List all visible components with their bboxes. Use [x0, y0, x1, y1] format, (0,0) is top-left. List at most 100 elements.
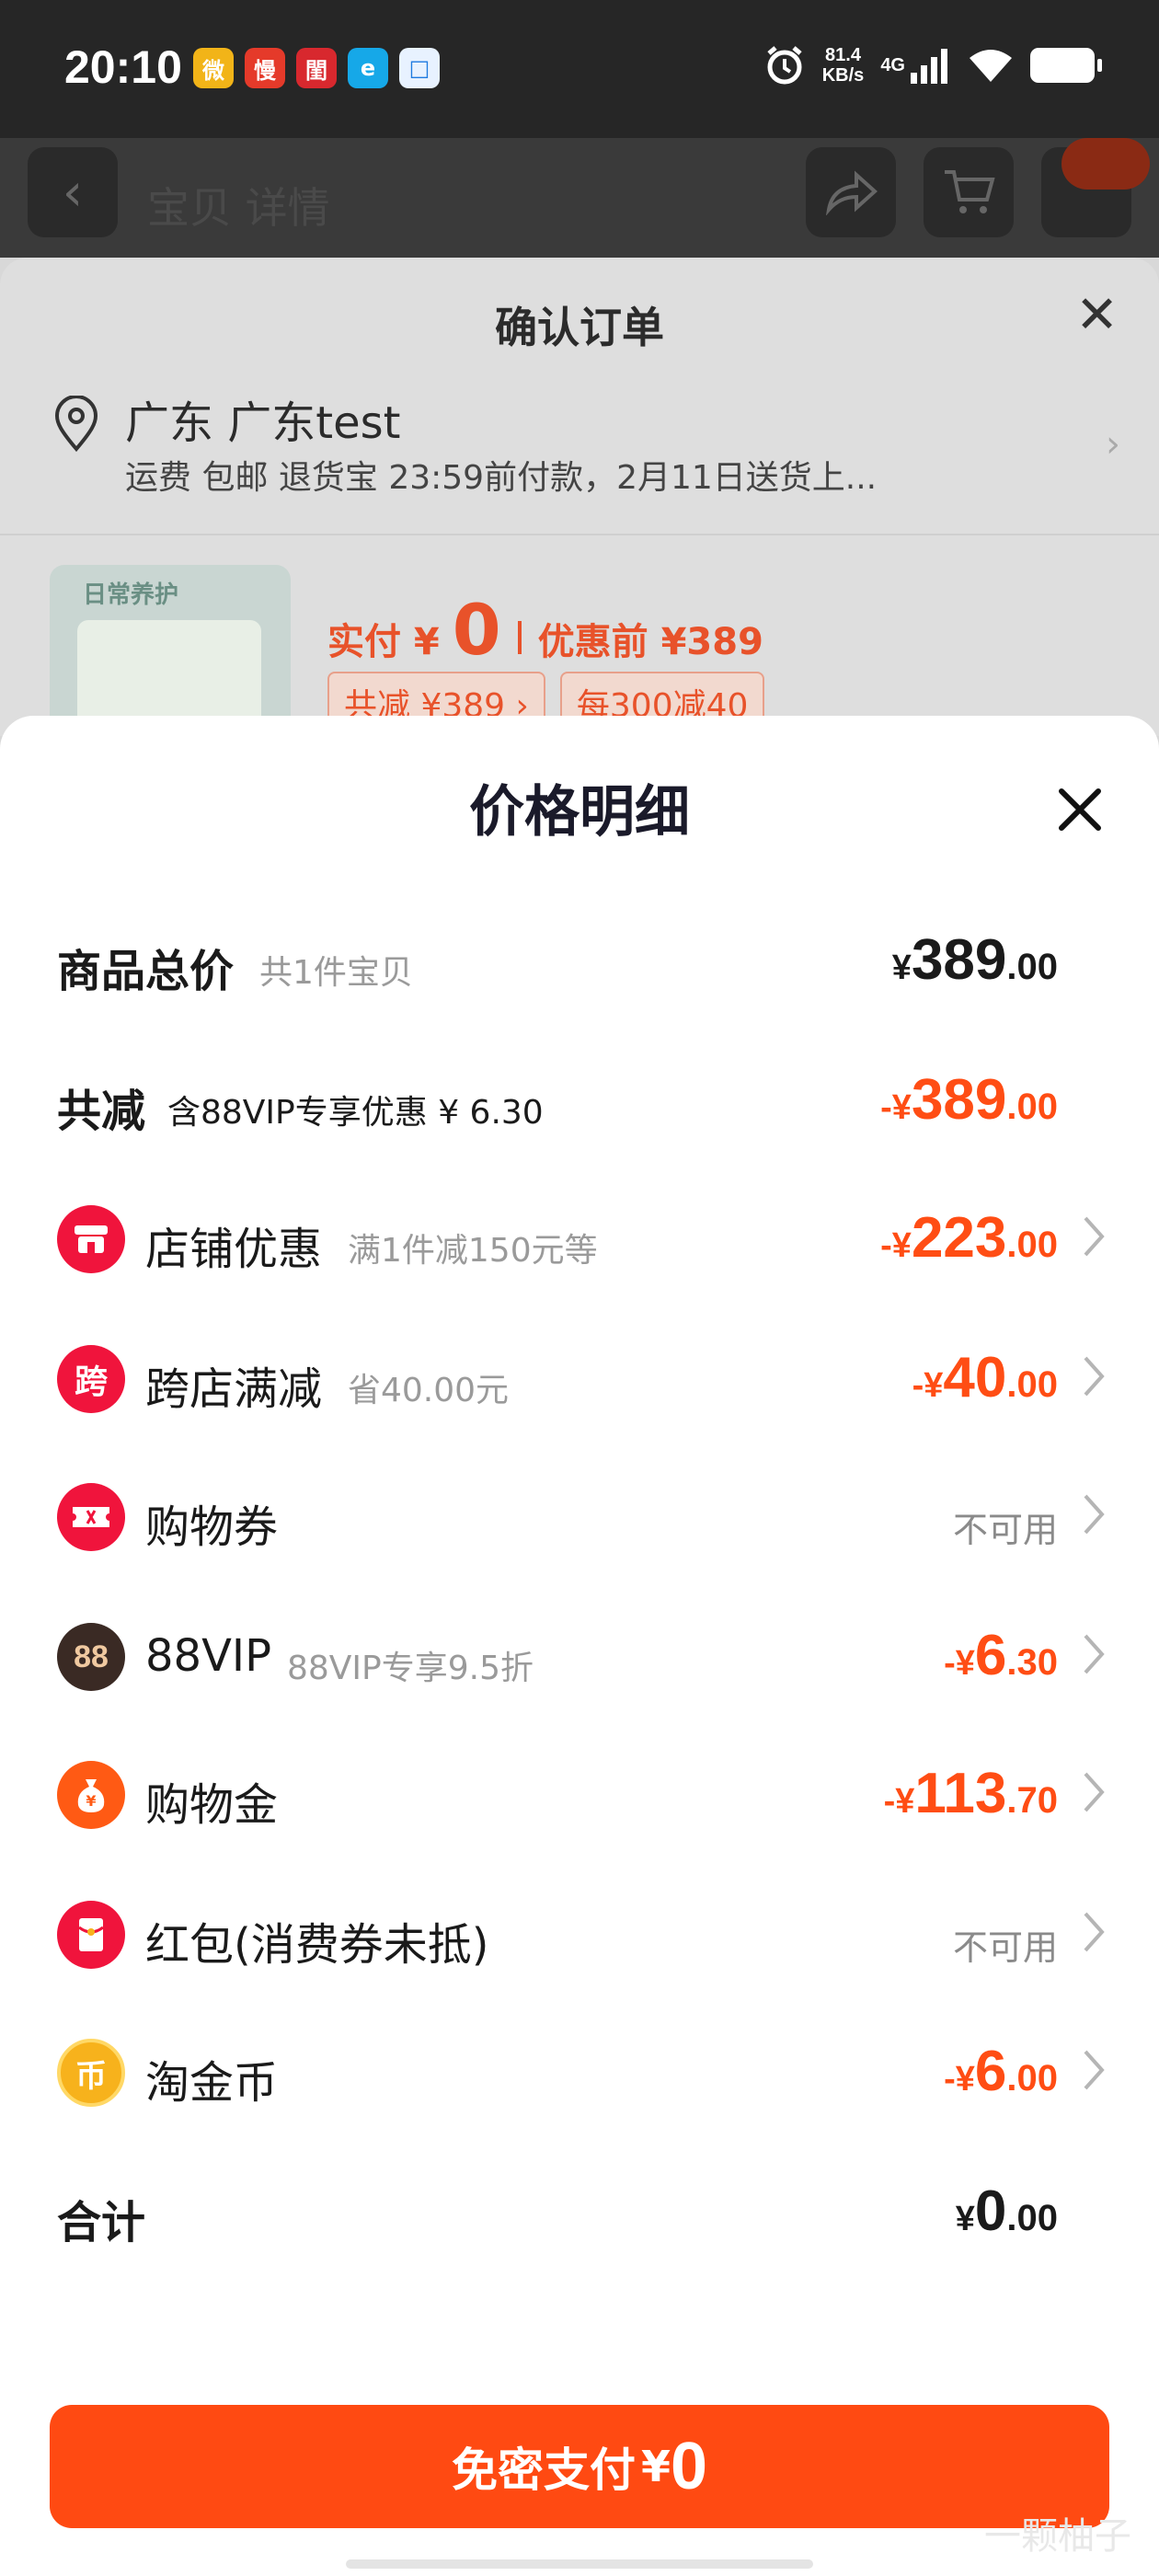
- amount-int: 113: [914, 1762, 1007, 1825]
- row-sub: 满1件减150元等: [348, 1232, 598, 1270]
- address-row[interactable]: 广东 广东test 运费 包邮 退货宝 23:59前付款，2月11日送货上...…: [0, 386, 1159, 506]
- row-red-packet[interactable]: 红包(消费券未抵) 不可用: [0, 1882, 1159, 1974]
- paid-summary: 实付 ¥ 0 优惠前 ¥389: [327, 589, 763, 671]
- password-free-pay-button[interactable]: 免密支付 ¥ 0: [50, 2405, 1109, 2528]
- pay-currency: ¥: [640, 2442, 671, 2491]
- row-88vip[interactable]: 88 88VIP 88VIP专享9.5折 -¥6.30: [0, 1604, 1159, 1696]
- amount-dec: .00: [1006, 2058, 1058, 2099]
- money-bag-icon: ¥: [57, 1761, 125, 1829]
- row-total-discount: 共减 含88VIP专享优惠 ¥ 6.30 -¥389.00: [0, 1049, 1159, 1141]
- app-icon-e: e: [348, 48, 388, 88]
- amount-currency: -¥: [880, 1226, 912, 1265]
- location-pin-icon: [54, 396, 98, 453]
- app-icon-red: 閨: [296, 48, 337, 88]
- row-goods-total: 商品总价 共1件宝贝 ¥389.00: [0, 909, 1159, 1001]
- row-taobao-coin[interactable]: 币 淘金币 -¥6.00: [0, 2020, 1159, 2112]
- price-detail-sheet: 价格明细 商品总价 共1件宝贝 ¥389.00 共减 含88VIP专享优惠 ¥ …: [0, 716, 1159, 2576]
- row-shop-discount[interactable]: 店铺优惠 满1件减150元等 -¥223.00: [0, 1187, 1159, 1279]
- net-speed: 81.4 KB/s: [822, 45, 865, 86]
- row-label: 商品总价: [57, 946, 235, 997]
- shop-icon: [57, 1205, 125, 1273]
- weibo-icon: 微: [193, 48, 234, 88]
- row-label: 88VIP: [145, 1630, 272, 1682]
- divider: [0, 534, 1159, 535]
- thumb-label: 日常养护: [83, 581, 179, 609]
- status-bar: 20:10 微 慢 閨 e □ 81.4 KB/s 4G: [0, 0, 1159, 138]
- row-cross-store[interactable]: 跨 跨店满减 省40.00元 -¥40.00: [0, 1327, 1159, 1419]
- order-close-button[interactable]: ✕: [1075, 285, 1119, 345]
- more-button[interactable]: [1041, 138, 1150, 237]
- paid-value: 0: [452, 589, 501, 671]
- row-amount: -¥40.00: [912, 1345, 1058, 1410]
- share-icon: [825, 170, 878, 215]
- amount-currency: -¥: [880, 1088, 912, 1127]
- row-label: 店铺优惠: [145, 1224, 323, 1275]
- row-shopping-coupon[interactable]: 购物券 不可用: [0, 1465, 1159, 1557]
- alarm-icon: [767, 46, 802, 85]
- pay-label: 免密支付: [451, 2444, 636, 2497]
- row-label: 购物金: [145, 1779, 279, 1831]
- amount-currency: ¥: [955, 2200, 975, 2238]
- pay-value: 0: [670, 2430, 708, 2503]
- amount-dec: .00: [1006, 1225, 1058, 1265]
- cross-store-icon: 跨: [57, 1345, 125, 1413]
- cart-button[interactable]: [924, 147, 1014, 237]
- signal-icon: 4G: [880, 47, 951, 84]
- share-button[interactable]: [806, 147, 896, 237]
- row-sub: 含88VIP专享优惠 ¥ 6.30: [167, 1094, 544, 1132]
- amount-int: 389: [911, 928, 1007, 992]
- amount-dec: .00: [1006, 2198, 1058, 2238]
- before-discount: 优惠前 ¥389: [537, 621, 763, 663]
- amount-int: 0: [974, 2179, 1007, 2243]
- chevron-right-icon: [1084, 1494, 1105, 1535]
- row-label: 淘金币: [145, 2057, 279, 2109]
- badge-icon: [1061, 138, 1150, 190]
- confirm-order-sheet: 确认订单 ✕ 广东 广东test 运费 包邮 退货宝 23:59前付款，2月11…: [0, 258, 1159, 736]
- amount-int: 6: [974, 1624, 1007, 1687]
- product-page-header: ‹ 宝贝 详情: [0, 138, 1159, 258]
- chevron-right-icon: [1084, 1634, 1105, 1674]
- home-indicator[interactable]: [346, 2559, 813, 2569]
- row-status: 不可用: [952, 1510, 1058, 1550]
- row-amount: ¥389.00: [892, 927, 1058, 993]
- row-sub: 省40.00元: [348, 1372, 510, 1409]
- row-sub: 88VIP专享9.5折: [287, 1650, 534, 1687]
- row-label: 红包(消费券未抵): [145, 1919, 489, 1971]
- battery-icon: [1030, 48, 1102, 83]
- red-packet-icon: [57, 1901, 125, 1969]
- sheet-title: 价格明细: [469, 780, 690, 845]
- row-amount: -¥6.30: [944, 1623, 1058, 1688]
- vip-icon: 88: [57, 1623, 125, 1691]
- row-shopping-money[interactable]: ¥ 购物金 -¥113.70: [0, 1742, 1159, 1834]
- amount-dec: .00: [1006, 947, 1058, 987]
- close-icon[interactable]: [1050, 780, 1109, 839]
- notification-icons: 微 慢 閨 e □: [193, 48, 440, 88]
- net-speed-value: 81.4: [825, 45, 861, 65]
- page-title: 宝贝 详情: [147, 183, 330, 233]
- amount-int: 6: [974, 2040, 1007, 2103]
- row-label: 合计: [57, 2197, 146, 2248]
- row-amount: -¥389.00: [880, 1067, 1058, 1133]
- order-item: 日常养护 实付 ¥ 0 优惠前 ¥389 共减 ¥389 › 每300减40: [0, 552, 1159, 736]
- app-icon-slow: 慢: [245, 48, 285, 88]
- amount-int: 223: [911, 1206, 1007, 1270]
- status-right: 81.4 KB/s 4G: [763, 44, 1102, 86]
- amount-currency: -¥: [944, 2060, 975, 2099]
- row-amount: -¥223.00: [880, 1205, 1058, 1271]
- row-status: 不可用: [952, 1927, 1058, 1968]
- chevron-right-icon: [1084, 1216, 1105, 1257]
- back-button[interactable]: ‹: [28, 147, 118, 237]
- row-amount: ¥0.00: [956, 2179, 1058, 2244]
- amount-int: 389: [911, 1068, 1007, 1132]
- product-thumbnail: 日常养护: [50, 565, 291, 736]
- amount-currency: ¥: [891, 949, 912, 987]
- amount-dec: .00: [1006, 1087, 1058, 1127]
- watermark: 一颗柚子: [984, 2515, 1131, 2558]
- amount-dec: .70: [1006, 1780, 1058, 1821]
- wifi-icon: [970, 50, 1012, 82]
- network-type: 4G: [880, 55, 905, 75]
- amount-dec: .00: [1006, 1364, 1058, 1405]
- app-icon-blue: □: [399, 48, 440, 88]
- amount-currency: -¥: [944, 1644, 975, 1683]
- row-label: 购物券: [145, 1501, 279, 1553]
